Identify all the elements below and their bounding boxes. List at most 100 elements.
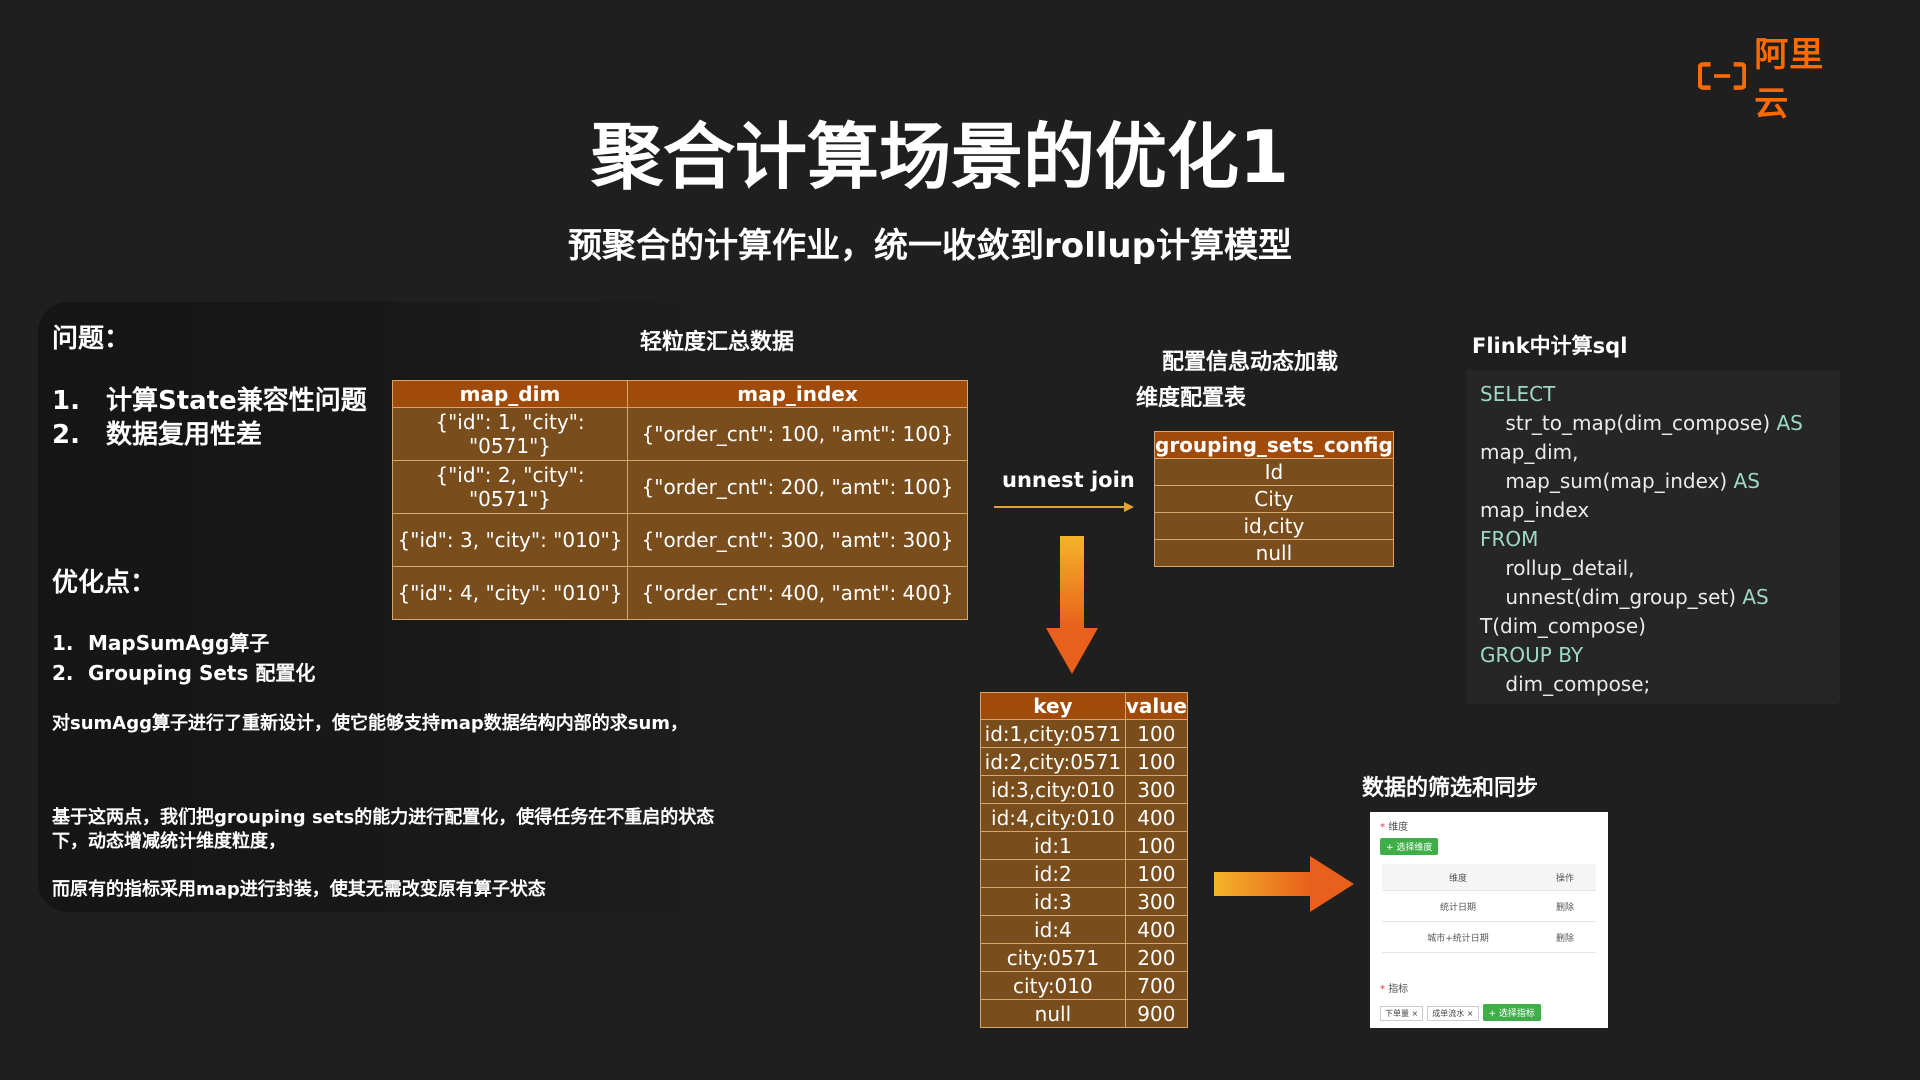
table-row: city:0571 200	[980, 943, 1189, 972]
table-cell: 400	[1124, 915, 1189, 944]
table-cell: {"id": 3, "city": "010"}	[392, 513, 628, 567]
metric-label: * 指标	[1380, 984, 1409, 995]
description-para-3: 而原有的指标采用map进行封装，使其无需改变原有算子状态	[52, 879, 546, 900]
description-para-2: 基于这两点，我们把grouping sets的能力进行配置化，使得任务在不重启的…	[52, 807, 715, 852]
table-cell: id:2	[980, 859, 1126, 888]
table-cell: 100	[1124, 747, 1189, 776]
main-table-title: 轻粒度汇总数据	[640, 330, 795, 355]
table-cell: null	[980, 999, 1126, 1028]
table-row: null	[1154, 539, 1394, 567]
metric-tag[interactable]: 下单量 ×	[1380, 1006, 1424, 1021]
rollup-detail-table: map_dim map_index {"id": 1, "city": "057…	[392, 380, 968, 620]
table-cell: id:4	[980, 915, 1126, 944]
table-cell: id:3	[980, 887, 1126, 916]
key-value-table: key value id:1,city:0571 100 id:2,city:05…	[980, 692, 1189, 1028]
list-item: 1. MapSumAgg算子	[52, 631, 270, 655]
metric-tags: 下单量 × 成单流水 × + 选择指标	[1380, 1004, 1541, 1021]
table-cell: 300	[1124, 887, 1189, 916]
add-metric-button[interactable]: + 选择指标	[1482, 1004, 1541, 1021]
delete-link[interactable]: 删除	[1534, 890, 1596, 922]
dimension-label: * 维度	[1380, 822, 1409, 833]
table-cell: city:010	[980, 971, 1126, 1000]
table-row: id,city	[1154, 512, 1394, 540]
table-row: id:4 400	[980, 915, 1189, 944]
table-row: {"id": 3, "city": "010"} {"order_cnt": 30…	[392, 513, 968, 567]
table-cell: 城市+统计日期	[1382, 921, 1534, 953]
table-cell: {"order_cnt": 300, "amt": 300}	[627, 513, 968, 567]
column-header: 操作	[1534, 864, 1596, 891]
sql-title: Flink中计算sql	[1472, 334, 1628, 358]
table-row: Id	[1154, 458, 1394, 486]
optimization-heading: 优化点：	[52, 568, 157, 598]
table-cell: id,city	[1154, 512, 1394, 540]
table-cell: 统计日期	[1382, 890, 1534, 922]
table-cell: Id	[1154, 458, 1394, 486]
arrow-down-icon	[1046, 536, 1098, 674]
metric-tag[interactable]: 成单流水 ×	[1427, 1006, 1479, 1021]
table-row: id:2 100	[980, 859, 1189, 888]
table-row: id:1,city:0571 100	[980, 719, 1189, 748]
table-cell: {"id": 4, "city": "010"}	[392, 566, 628, 620]
optimization-list: 1. MapSumAgg算子 2. Grouping Sets 配置化	[52, 628, 315, 688]
table-row: id:1 100	[980, 831, 1189, 860]
problem-heading: 问题：	[52, 324, 131, 354]
table-row: null 900	[980, 999, 1189, 1028]
table-cell: id:1	[980, 831, 1126, 860]
table-row: {"id": 2, "city": "0571"} {"order_cnt": 2…	[392, 460, 968, 514]
table-cell: 200	[1124, 943, 1189, 972]
table-cell: city:0571	[980, 943, 1126, 972]
add-dimension-button[interactable]: + 选择维度	[1380, 838, 1439, 855]
table-row: {"id": 1, "city": "0571"} {"order_cnt": 1…	[392, 407, 968, 461]
arrow-right-big-icon	[1214, 856, 1354, 912]
table-row: 统计日期 删除	[1382, 890, 1596, 922]
column-header: grouping_sets_config	[1154, 431, 1394, 459]
table-cell: City	[1154, 485, 1394, 513]
table-row: 城市+统计日期 删除	[1382, 921, 1596, 953]
description-para-1: 对sumAgg算子进行了重新设计，使它能够支持map数据结构内部的求sum，	[52, 713, 689, 734]
table-cell: id:3,city:010	[980, 775, 1126, 804]
table-cell: {"order_cnt": 100, "amt": 100}	[627, 407, 968, 461]
table-cell: 400	[1124, 803, 1189, 832]
problem-list: 1. 计算State兼容性问题 2. 数据复用性差	[52, 384, 367, 452]
filter-sync-title: 数据的筛选和同步	[1362, 776, 1539, 801]
table-cell: 100	[1124, 859, 1189, 888]
column-header: 维度	[1382, 864, 1534, 891]
table-cell: id:4,city:010	[980, 803, 1126, 832]
column-header: map_dim	[392, 380, 628, 408]
table-row: id:3,city:010 300	[980, 775, 1189, 804]
table-cell: 100	[1124, 719, 1189, 748]
table-cell: 700	[1124, 971, 1189, 1000]
table-cell: null	[1154, 539, 1394, 567]
table-row: city:010 700	[980, 971, 1189, 1000]
list-item: 1. 计算State兼容性问题	[52, 386, 367, 416]
delete-link[interactable]: 删除	[1534, 921, 1596, 953]
aliyun-logo-icon	[1698, 62, 1747, 90]
config-title-line2: 维度配置表	[1136, 386, 1247, 411]
table-cell: 100	[1124, 831, 1189, 860]
table-cell: id:2,city:0571	[980, 747, 1126, 776]
sql-code: SELECT str_to_map(dim_compose) AS map_di…	[1480, 382, 1803, 696]
table-cell: {"order_cnt": 200, "amt": 100}	[627, 460, 968, 514]
table-cell: 900	[1124, 999, 1189, 1028]
dimension-config-form: * 维度 + 选择维度 维度 操作 统计日期 删除 城市+统计日期 删除 * 指…	[1370, 812, 1608, 1028]
unnest-join-label: unnest join	[1002, 468, 1135, 492]
table-row: City	[1154, 485, 1394, 513]
aliyun-logo: 阿里云	[1698, 35, 1848, 124]
dimension-table: 维度 操作 统计日期 删除 城市+统计日期 删除	[1382, 864, 1596, 953]
column-header: map_index	[627, 380, 968, 408]
page-subtitle: 预聚合的计算作业，统一收敛到rollup计算模型	[568, 226, 1292, 266]
table-cell: 300	[1124, 775, 1189, 804]
table-cell: {"id": 2, "city": "0571"}	[392, 460, 628, 514]
table-cell: {"id": 1, "city": "0571"}	[392, 407, 628, 461]
page-title: 聚合计算场景的优化1	[590, 115, 1290, 199]
table-row: {"id": 4, "city": "010"} {"order_cnt": 40…	[392, 566, 968, 620]
grouping-sets-config-table: grouping_sets_config Id City id,city nul…	[1154, 431, 1394, 567]
table-cell: id:1,city:0571	[980, 719, 1126, 748]
table-cell: {"order_cnt": 400, "amt": 400}	[627, 566, 968, 620]
table-row: id:3 300	[980, 887, 1189, 916]
column-header: value	[1124, 692, 1189, 720]
list-item: 2. Grouping Sets 配置化	[52, 661, 316, 685]
table-row: id:4,city:010 400	[980, 803, 1189, 832]
column-header: key	[980, 692, 1126, 720]
config-title-line1: 配置信息动态加载	[1162, 350, 1339, 375]
